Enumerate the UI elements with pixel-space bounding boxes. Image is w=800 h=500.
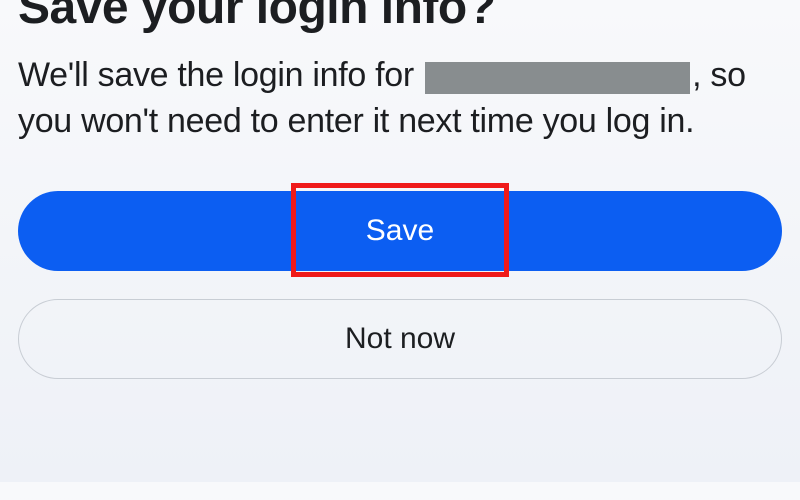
save-button[interactable]: Save: [18, 191, 782, 271]
dialog-description: We'll save the login info for , so you w…: [18, 53, 782, 145]
redacted-username: [425, 62, 690, 94]
button-group: Save Not now: [18, 191, 782, 379]
save-button-label: Save: [366, 214, 434, 248]
not-now-button-label: Not now: [345, 322, 455, 356]
not-now-button[interactable]: Not now: [18, 299, 782, 379]
dialog-title: Save your login info?: [18, 0, 782, 35]
description-prefix: We'll save the login info for: [18, 56, 414, 94]
